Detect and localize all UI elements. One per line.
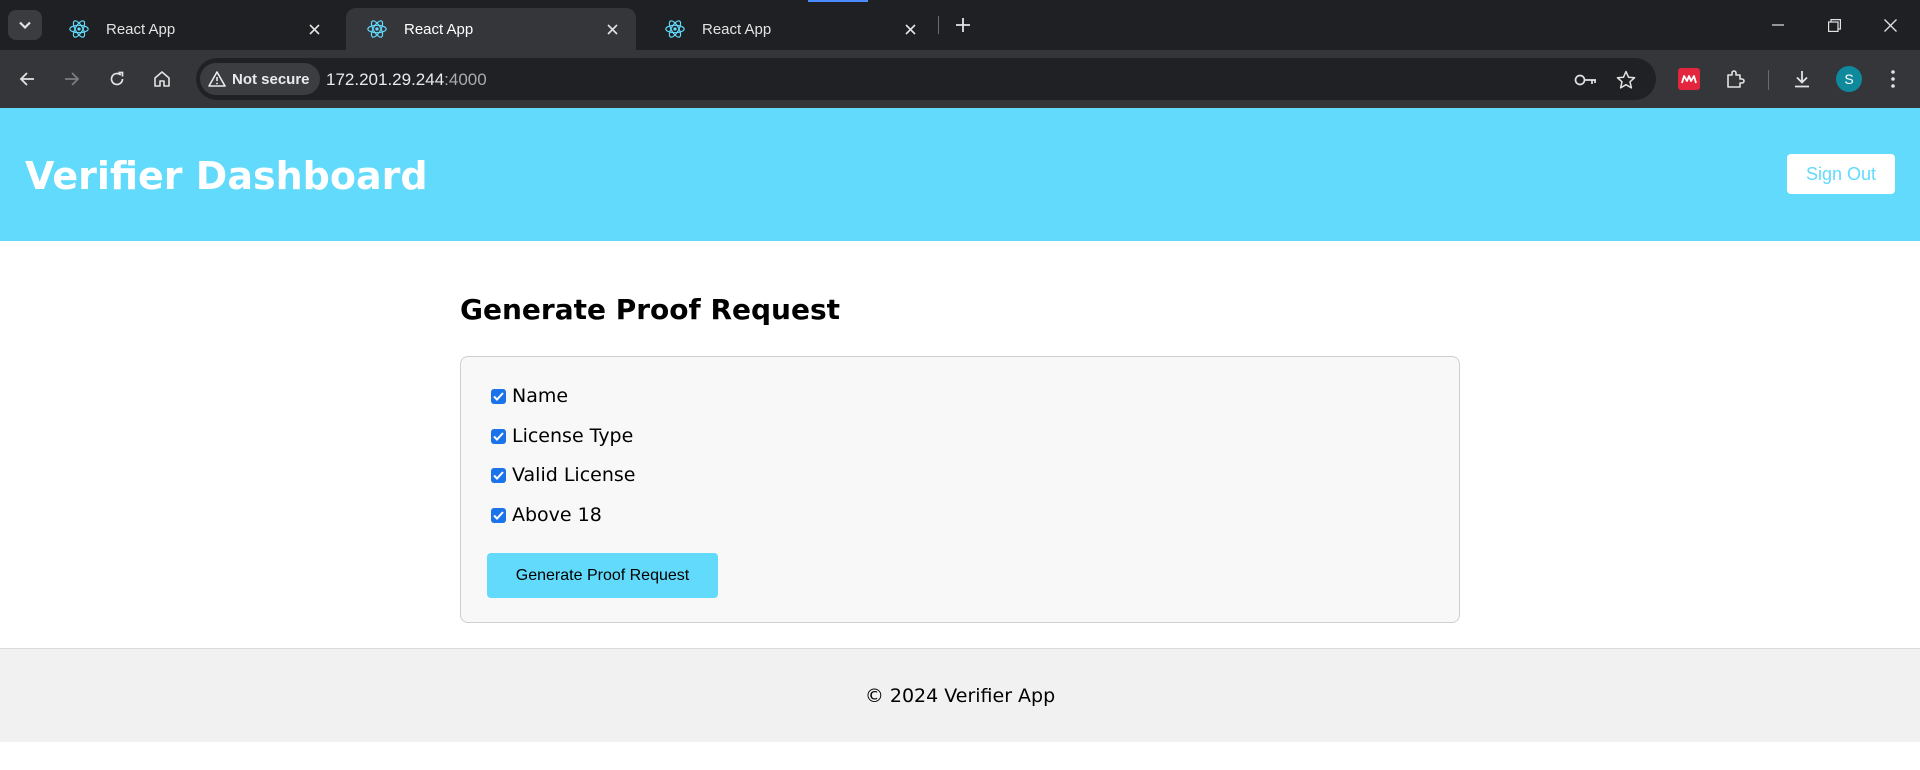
extensions-button[interactable] <box>1720 64 1750 94</box>
footer: © 2024 Verifier App <box>0 648 1920 742</box>
reload-button[interactable] <box>102 64 132 94</box>
react-icon <box>69 20 89 38</box>
section-title: Generate Proof Request <box>460 293 841 326</box>
tab-strip-indicator <box>808 0 868 2</box>
option-name[interactable]: Name <box>491 385 568 407</box>
above-18-checkbox[interactable] <box>491 507 506 523</box>
sign-out-button[interactable]: Sign Out <box>1787 154 1895 194</box>
arrow-left-icon <box>19 72 34 86</box>
option-above-18[interactable]: Above 18 <box>491 504 602 526</box>
home-icon <box>154 71 170 87</box>
profile-avatar[interactable]: S <box>1836 66 1862 92</box>
new-tab-button[interactable] <box>950 12 976 38</box>
tab-title: React App <box>404 20 474 38</box>
browser-tab-2[interactable]: React App <box>346 8 636 50</box>
app-header: Verifier Dashboard Sign Out <box>0 108 1920 241</box>
react-icon <box>367 20 387 38</box>
browser-tab-strip: React App React App React App <box>0 0 1920 50</box>
restore-button[interactable] <box>1821 12 1847 38</box>
back-button[interactable] <box>12 64 42 94</box>
bookmark-button[interactable] <box>1614 68 1638 92</box>
kebab-menu-icon <box>1891 70 1895 88</box>
checkmark-icon <box>493 470 504 480</box>
browser-toolbar: Not secure 172.201.29.244:4000 S <box>0 50 1920 108</box>
tab-close-button[interactable] <box>304 19 324 39</box>
arrow-right-icon <box>65 72 80 86</box>
puzzle-icon <box>1727 70 1745 88</box>
close-icon <box>606 23 618 35</box>
react-icon <box>665 20 685 38</box>
mendeley-icon <box>1681 75 1697 84</box>
name-checkbox[interactable] <box>491 388 506 404</box>
close-icon <box>308 23 320 35</box>
close-icon <box>904 23 916 35</box>
minimize-button[interactable] <box>1765 12 1791 38</box>
checkmark-icon <box>493 431 504 441</box>
close-window-button[interactable] <box>1877 12 1903 38</box>
url-host: 172.201.29.244 <box>326 70 445 89</box>
browser-menu-button[interactable] <box>1878 64 1908 94</box>
option-label: Valid License <box>512 464 636 486</box>
generate-proof-request-button[interactable]: Generate Proof Request <box>487 553 718 598</box>
valid-license-checkbox[interactable] <box>491 467 506 483</box>
tab-close-button[interactable] <box>900 19 920 39</box>
tab-search-button[interactable] <box>8 10 42 40</box>
security-chip[interactable]: Not secure <box>200 63 320 95</box>
option-label: Name <box>512 385 569 407</box>
minimize-icon <box>1772 24 1784 26</box>
security-chip-label: Not secure <box>232 70 310 88</box>
page-title: Verifier Dashboard <box>25 154 428 198</box>
checkmark-icon <box>493 391 504 401</box>
footer-copyright: © 2024 Verifier App <box>864 685 1056 707</box>
star-icon <box>1616 70 1636 89</box>
tab-title: React App <box>702 20 772 38</box>
license-type-checkbox[interactable] <box>491 428 506 444</box>
proof-request-form: Name License Type Valid License Above 18… <box>460 356 1460 623</box>
url-port: :4000 <box>444 70 487 89</box>
tab-title: React App <box>106 20 176 38</box>
option-license-type[interactable]: License Type <box>491 425 633 447</box>
tab-separator <box>938 16 939 34</box>
checkmark-icon <box>493 510 504 520</box>
tab-close-button[interactable] <box>602 19 622 39</box>
key-icon <box>1574 74 1596 86</box>
option-label: Above 18 <box>512 504 602 526</box>
toolbar-divider <box>1768 70 1769 90</box>
option-valid-license[interactable]: Valid License <box>491 464 635 486</box>
download-icon <box>1795 71 1809 88</box>
browser-tab-1[interactable]: React App <box>48 8 338 50</box>
option-label: License Type <box>512 425 634 447</box>
chevron-down-icon <box>19 21 31 29</box>
home-button[interactable] <box>147 64 177 94</box>
downloads-button[interactable] <box>1787 64 1817 94</box>
url-text[interactable]: 172.201.29.244:4000 <box>326 70 487 90</box>
warning-triangle-icon <box>208 71 226 87</box>
mendeley-extension-button[interactable] <box>1678 68 1700 90</box>
forward-button[interactable] <box>57 64 87 94</box>
password-manager-button[interactable] <box>1574 68 1598 92</box>
restore-icon <box>1827 18 1841 32</box>
close-icon <box>1883 18 1897 32</box>
address-bar[interactable]: Not secure 172.201.29.244:4000 <box>196 58 1656 100</box>
plus-icon <box>956 18 970 32</box>
browser-tab-3[interactable]: React App <box>644 8 934 50</box>
reload-icon <box>110 71 124 86</box>
